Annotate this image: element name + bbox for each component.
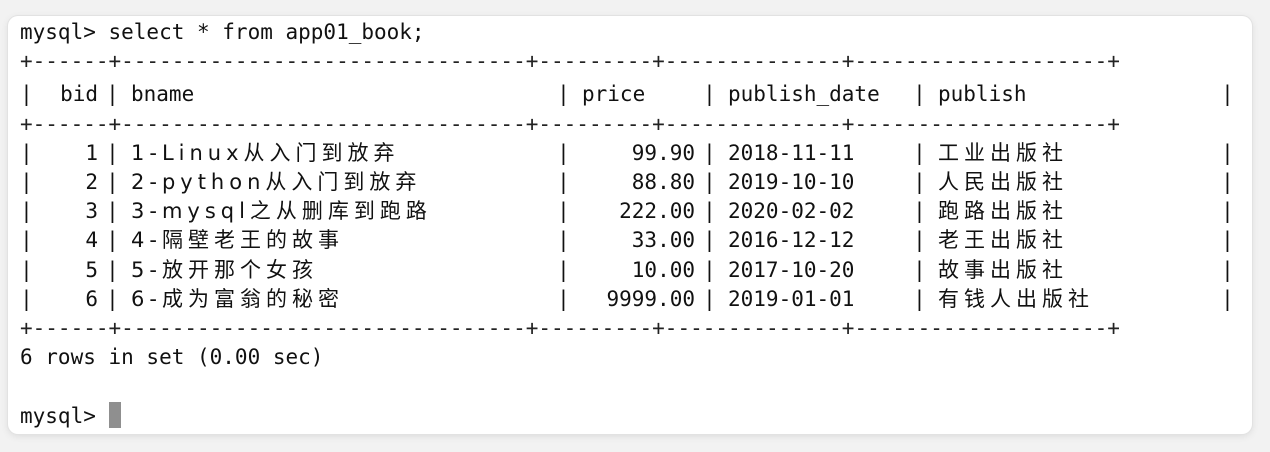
cell-publish: 故事出版社 [938, 257, 1068, 282]
table-border-bottom: +------+--------------------------------… [20, 315, 1120, 340]
column-divider: | [20, 286, 33, 311]
column-divider: | [913, 286, 926, 311]
cell-bid: 2 [85, 169, 98, 194]
column-divider: | [20, 140, 33, 165]
column-divider: | [1221, 257, 1234, 282]
column-divider: | [557, 169, 570, 194]
cell-bid: 4 [85, 228, 98, 253]
column-divider: | [913, 257, 926, 282]
cell-publish-date: 2019-01-01 [728, 286, 855, 311]
column-divider: | [106, 140, 119, 165]
cell-publish-date: 2020-02-02 [728, 199, 855, 224]
cell-bname: 2-python从入门到放弃 [131, 169, 422, 194]
cell-price: 88.80 [631, 169, 695, 194]
table-border-header: +------+--------------------------------… [20, 111, 1120, 136]
column-divider: | [20, 257, 33, 282]
terminal-screen[interactable]: mysql> select * from app01_book; +------… [20, 18, 1248, 434]
column-divider: | [557, 82, 570, 107]
cell-bid: 5 [85, 257, 98, 282]
column-divider: | [703, 257, 716, 282]
cell-bid: 1 [85, 140, 98, 165]
cell-publish-date: 2017-10-20 [728, 257, 855, 282]
table-row: | 2 | 2-python从入门到放弃 | 88.80 | 2019-10-1… [20, 168, 1248, 197]
column-divider: | [106, 199, 119, 224]
cursor [108, 402, 121, 429]
cell-bname: 3-mysql之从删库到跑路 [131, 199, 432, 224]
column-divider: | [703, 140, 716, 165]
table-row: | 3 | 3-mysql之从删库到跑路 | 222.00 | 2020-02-… [20, 197, 1248, 226]
column-divider: | [557, 199, 570, 224]
table-row: | 5 | 5-放开那个女孩 | 10.00 | 2017-10-20 | 故事… [20, 256, 1248, 285]
result-summary: 6 rows in set (0.00 sec) [20, 345, 324, 370]
cell-publish: 工业出版社 [938, 140, 1068, 165]
column-header-bname: bname [131, 82, 195, 107]
column-divider: | [20, 82, 33, 107]
column-divider: | [703, 199, 716, 224]
column-header-bid: bid [60, 82, 98, 107]
column-divider: | [703, 286, 716, 311]
column-header-publish-date: publish_date [728, 82, 880, 107]
table-row: | 1 | 1-Linux从入门到放弃 | 99.90 | 2018-11-11… [20, 139, 1248, 168]
column-divider: | [1221, 228, 1234, 253]
cell-publish-date: 2018-11-11 [728, 140, 855, 165]
table-header-row: | bid | bname | price | publish_date | p… [20, 80, 1248, 109]
terminal-window[interactable]: mysql> select * from app01_book; +------… [8, 16, 1252, 434]
column-divider: | [913, 140, 926, 165]
column-divider: | [20, 169, 33, 194]
cell-bname: 4-隔壁老王的故事 [131, 228, 344, 253]
column-divider: | [106, 228, 119, 253]
column-divider: | [1221, 140, 1234, 165]
column-header-price: price [582, 82, 646, 107]
prompt-line[interactable]: mysql> [20, 402, 1248, 431]
cell-publish: 人民出版社 [938, 169, 1068, 194]
column-divider: | [557, 257, 570, 282]
column-divider: | [20, 199, 33, 224]
cell-price: 9999.00 [606, 286, 695, 311]
cell-price: 222.00 [619, 199, 695, 224]
column-divider: | [1221, 199, 1234, 224]
cell-bid: 3 [85, 199, 98, 224]
cell-bname: 5-放开那个女孩 [131, 257, 318, 282]
cell-publish: 老王出版社 [938, 228, 1068, 253]
table-row: | 6 | 6-成为富翁的秘密 | 9999.00 | 2019-01-01 |… [20, 285, 1248, 314]
column-divider: | [106, 169, 119, 194]
prompt-text: mysql> [20, 404, 109, 429]
column-divider: | [106, 257, 119, 282]
column-divider: | [106, 82, 119, 107]
column-divider: | [557, 228, 570, 253]
column-divider: | [703, 169, 716, 194]
column-divider: | [1221, 169, 1234, 194]
table-row: | 4 | 4-隔壁老王的故事 | 33.00 | 2016-12-12 | 老… [20, 226, 1248, 255]
column-divider: | [913, 82, 926, 107]
column-divider: | [106, 286, 119, 311]
command-line: mysql> select * from app01_book; [20, 20, 425, 44]
cell-bname: 1-Linux从入门到放弃 [131, 140, 400, 165]
cell-price: 33.00 [631, 228, 695, 253]
cell-price: 10.00 [631, 257, 695, 282]
column-header-publish: publish [938, 82, 1027, 107]
column-divider: | [913, 199, 926, 224]
column-divider: | [1221, 286, 1234, 311]
column-divider: | [703, 228, 716, 253]
column-divider: | [557, 140, 570, 165]
cell-publish-date: 2019-10-10 [728, 169, 855, 194]
column-divider: | [913, 169, 926, 194]
table-body: | 1 | 1-Linux从入门到放弃 | 99.90 | 2018-11-11… [20, 139, 1248, 314]
column-divider: | [703, 82, 716, 107]
cell-publish: 跑路出版社 [938, 199, 1068, 224]
column-divider: | [1221, 82, 1234, 107]
column-divider: | [913, 228, 926, 253]
table-border-top: +------+--------------------------------… [20, 49, 1120, 74]
cell-publish: 有钱人出版社 [938, 286, 1094, 311]
cell-bid: 6 [85, 286, 98, 311]
cell-publish-date: 2016-12-12 [728, 228, 855, 253]
cell-price: 99.90 [631, 140, 695, 165]
column-divider: | [20, 228, 33, 253]
column-divider: | [557, 286, 570, 311]
cell-bname: 6-成为富翁的秘密 [131, 286, 344, 311]
